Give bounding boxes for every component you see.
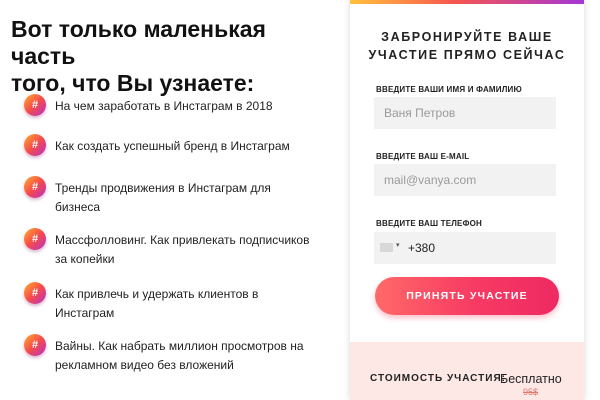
feature-item: # Как создать успешный бренд в Инстаграм xyxy=(24,132,324,172)
email-field[interactable] xyxy=(374,164,556,196)
feature-item: # Вайны. Как набрать миллион просмотров … xyxy=(24,332,324,372)
page-heading: Вот только маленькая часть того, что Вы … xyxy=(11,16,331,97)
price-value: Бесплатно xyxy=(500,372,562,386)
submit-button[interactable]: Принять участие xyxy=(375,277,559,315)
phone-label: ВВЕДИТЕ ВАШ ТЕЛЕФОН xyxy=(376,219,483,228)
heading-line-1: Вот только маленькая часть xyxy=(11,16,266,69)
feature-text: На чем заработать в Инстаграм в 2018 xyxy=(55,99,273,113)
feature-text: Массфолловинг. Как привлекать подписчико… xyxy=(55,233,310,266)
feature-text: Вайны. Как набрать миллион просмотров на… xyxy=(55,339,304,372)
old-price: 95$ xyxy=(523,387,539,397)
chevron-down-icon[interactable]: ▾ xyxy=(396,241,400,249)
form-title-line-1: Забронируйте ваше xyxy=(381,30,553,44)
feature-item: # Как привлечь и удержать клиентов в Инс… xyxy=(24,280,324,320)
hashtag-icon: # xyxy=(24,134,46,156)
price-label: Стоимость участия: xyxy=(370,373,506,384)
hashtag-icon: # xyxy=(24,228,46,250)
feature-item: # Массфолловинг. Как привлекать подписчи… xyxy=(24,226,324,266)
gradient-top-bar xyxy=(350,0,584,4)
hashtag-icon: # xyxy=(24,282,46,304)
phone-field-wrapper: ▾ xyxy=(374,232,556,264)
form-title: Забронируйте ваше участие прямо сейчас xyxy=(350,28,584,64)
country-flag-dropdown[interactable] xyxy=(380,243,393,252)
feature-text: Как привлечь и удержать клиентов в Инста… xyxy=(55,287,259,320)
hashtag-icon: # xyxy=(24,94,46,116)
hashtag-icon: # xyxy=(24,176,46,198)
hashtag-icon: # xyxy=(24,334,46,356)
feature-item: # На чем заработать в Инстаграм в 2018 xyxy=(24,92,324,132)
feature-text: Тренды продвижения в Инстаграм для бизне… xyxy=(55,181,271,214)
email-label: ВВЕДИТЕ ВАШ E-MAIL xyxy=(376,152,470,161)
registration-panel: Забронируйте ваше участие прямо сейчас В… xyxy=(350,0,584,400)
name-field[interactable] xyxy=(374,97,556,129)
name-label: ВВЕДИТЕ ВАШИ ИМЯ И ФАМИЛИЮ xyxy=(376,85,522,94)
phone-field[interactable] xyxy=(408,232,554,264)
feature-text: Как создать успешный бренд в Инстаграм xyxy=(55,139,290,153)
feature-item: # Тренды продвижения в Инстаграм для биз… xyxy=(24,174,324,214)
form-title-line-2: участие прямо сейчас xyxy=(368,48,566,62)
price-box: Стоимость участия: Бесплатно 95$ xyxy=(350,342,584,400)
